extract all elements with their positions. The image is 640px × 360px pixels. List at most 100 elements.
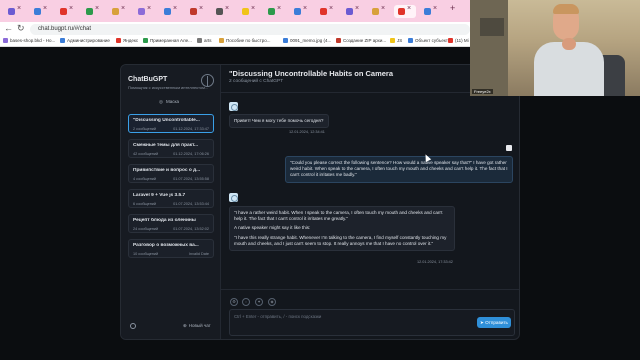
bookmark-label: Примеранная Але...: [150, 38, 192, 43]
chat-app: ChatBuGPT Помощник с искусственным интел…: [120, 64, 520, 340]
chat-list-item[interactable]: Рецепт блюда из оленины 24 сообщений 01.…: [128, 214, 214, 233]
bot-avatar-icon: [229, 193, 238, 202]
tab-favicon-icon: [86, 8, 93, 15]
bookmark-favicon-icon: [197, 38, 202, 43]
bookmark-item[interactable]: JS: [390, 38, 402, 43]
browser-tab[interactable]: ×: [264, 5, 286, 18]
address-bar[interactable]: chat.bugpt.ru/#/chat: [30, 24, 470, 35]
bookmark-item[interactable]: arts: [197, 38, 212, 43]
bookmark-favicon-icon: [3, 38, 8, 43]
chat-list-item-active[interactable]: "Discussing Uncontrollable... 2 сообщени…: [128, 114, 214, 133]
close-icon[interactable]: ×: [329, 5, 333, 12]
browser-tab-active[interactable]: ×: [394, 5, 416, 18]
close-icon[interactable]: ×: [17, 5, 21, 12]
bookmark-item[interactable]: Администрирование: [60, 38, 110, 43]
app-subtitle: Помощник с искусственным интеллектом...: [128, 85, 209, 90]
bookmark-favicon-icon: [219, 38, 224, 43]
close-icon[interactable]: ×: [303, 5, 307, 12]
new-chat-button[interactable]: ⊕ Новый чат: [183, 323, 211, 329]
tab-favicon-icon: [346, 8, 353, 15]
chat-list-item[interactable]: Laravel 9 + Vue js 3.5.7 6 сообщений 01.…: [128, 189, 214, 208]
back-arrow-icon[interactable]: ←: [4, 23, 13, 33]
bookmark-item[interactable]: Примеранная Але...: [143, 38, 192, 43]
close-icon[interactable]: ×: [147, 5, 151, 12]
tab-favicon-icon: [242, 8, 249, 15]
prompt-tool-icon[interactable]: ⚙: [230, 298, 238, 306]
chat-list-item[interactable]: Разговор о возможных ва... 10 сообщений …: [128, 239, 214, 258]
browser-tab[interactable]: ×: [186, 5, 208, 18]
settings-gear-icon[interactable]: [130, 323, 136, 329]
close-icon[interactable]: ×: [95, 5, 99, 12]
chat-title: Смежные темы для практ...: [133, 143, 198, 148]
webcam-person: [534, 42, 604, 96]
bookmark-favicon-icon: [336, 38, 341, 43]
close-icon[interactable]: ×: [121, 5, 125, 12]
model-tool-icon[interactable]: ◈: [268, 298, 276, 306]
chat-title: Привипствие и вопрос о д...: [133, 168, 201, 173]
mask-icon: ◎: [159, 99, 163, 104]
browser-tab[interactable]: ×: [56, 5, 78, 18]
tab-favicon-icon: [60, 8, 67, 15]
browser-tab[interactable]: ×: [368, 5, 390, 18]
bookmark-label: bases-shop.bkd - Но...: [10, 38, 56, 43]
bookmark-item[interactable]: Пособие по быстро...: [219, 38, 270, 43]
input-placeholder: Ctrl + Enter - отправить, / - поиск подс…: [234, 314, 322, 319]
new-tab-button[interactable]: +: [446, 3, 462, 18]
bookmark-label: arts: [204, 38, 212, 43]
chat-list-item[interactable]: Смежные темы для практ... 42 сообщений 0…: [128, 139, 214, 158]
bookmark-label: JS: [397, 38, 403, 43]
close-icon[interactable]: ×: [225, 5, 229, 12]
close-icon[interactable]: ×: [433, 5, 437, 12]
browser-tab[interactable]: ×: [420, 5, 442, 18]
clear-context-icon[interactable]: ◌: [242, 298, 250, 306]
mask-button[interactable]: ◎ Маска: [159, 99, 179, 105]
browser-tab[interactable]: ×: [134, 5, 156, 18]
close-icon[interactable]: ×: [277, 5, 281, 12]
sidebar: ChatBuGPT Помощник с искусственным интел…: [121, 65, 221, 339]
bookmark-favicon-icon: [408, 38, 413, 43]
message-text: "Could you please correct the following …: [290, 160, 508, 178]
bookmark-item[interactable]: Объект субъекте: [408, 38, 450, 43]
browser-tab[interactable]: ×: [108, 5, 130, 18]
browser-tab[interactable]: ×: [4, 5, 26, 18]
tab-favicon-icon: [164, 8, 171, 15]
browser-tab[interactable]: ×: [316, 5, 338, 18]
tab-favicon-icon: [398, 8, 405, 15]
browser-tab[interactable]: ×: [342, 5, 364, 18]
bookmark-item[interactable]: 0091_memo.jpg (4...: [283, 38, 331, 43]
bookmark-label: (11) Мi: [455, 38, 469, 43]
chat-title-header: "Discussing Uncontrollable Habits on Cam…: [229, 69, 394, 78]
reload-icon[interactable]: ↻: [17, 23, 25, 34]
webcam-overlay: Freeye2x: [470, 0, 640, 96]
browser-tab[interactable]: ×: [212, 5, 234, 18]
close-icon[interactable]: ×: [381, 5, 385, 12]
bookmark-label: Пособие по быстро...: [226, 38, 271, 43]
browser-tab[interactable]: ×: [160, 5, 182, 18]
tab-favicon-icon: [268, 8, 275, 15]
chat-title: Laravel 9 + Vue js 3.5.7: [133, 193, 186, 198]
close-icon[interactable]: ×: [407, 5, 411, 12]
message-input[interactable]: Ctrl + Enter - отправить, / - поиск подс…: [229, 309, 515, 336]
webcam-person: [553, 4, 579, 14]
bookmark-item[interactable]: bases-shop.bkd - Но...: [3, 38, 55, 43]
chat-title: Рецепт блюда из оленины: [133, 218, 196, 223]
browser-tab[interactable]: ×: [82, 5, 104, 18]
close-icon[interactable]: ×: [69, 5, 73, 12]
close-icon[interactable]: ×: [173, 5, 177, 12]
tab-favicon-icon: [294, 8, 301, 15]
close-icon[interactable]: ×: [355, 5, 359, 12]
bookmark-item[interactable]: (11) Мi: [448, 38, 469, 43]
webcam-background: [470, 0, 508, 96]
close-icon[interactable]: ×: [199, 5, 203, 12]
browser-tab[interactable]: ×: [238, 5, 260, 18]
browser-tab[interactable]: ×: [30, 5, 52, 18]
chat-list-item[interactable]: Привипствие и вопрос о д... 4 сообщений …: [128, 164, 214, 183]
bookmark-item[interactable]: Создание ZIP архи...: [336, 38, 386, 43]
close-icon[interactable]: ×: [43, 5, 47, 12]
bookmark-item[interactable]: Яндекс: [116, 38, 138, 43]
mask-tool-icon[interactable]: ✦: [255, 298, 263, 306]
browser-tab[interactable]: ×: [290, 5, 312, 18]
bookmark-favicon-icon: [448, 38, 453, 43]
close-icon[interactable]: ×: [251, 5, 255, 12]
send-button[interactable]: ➤ Отправить: [477, 317, 511, 328]
